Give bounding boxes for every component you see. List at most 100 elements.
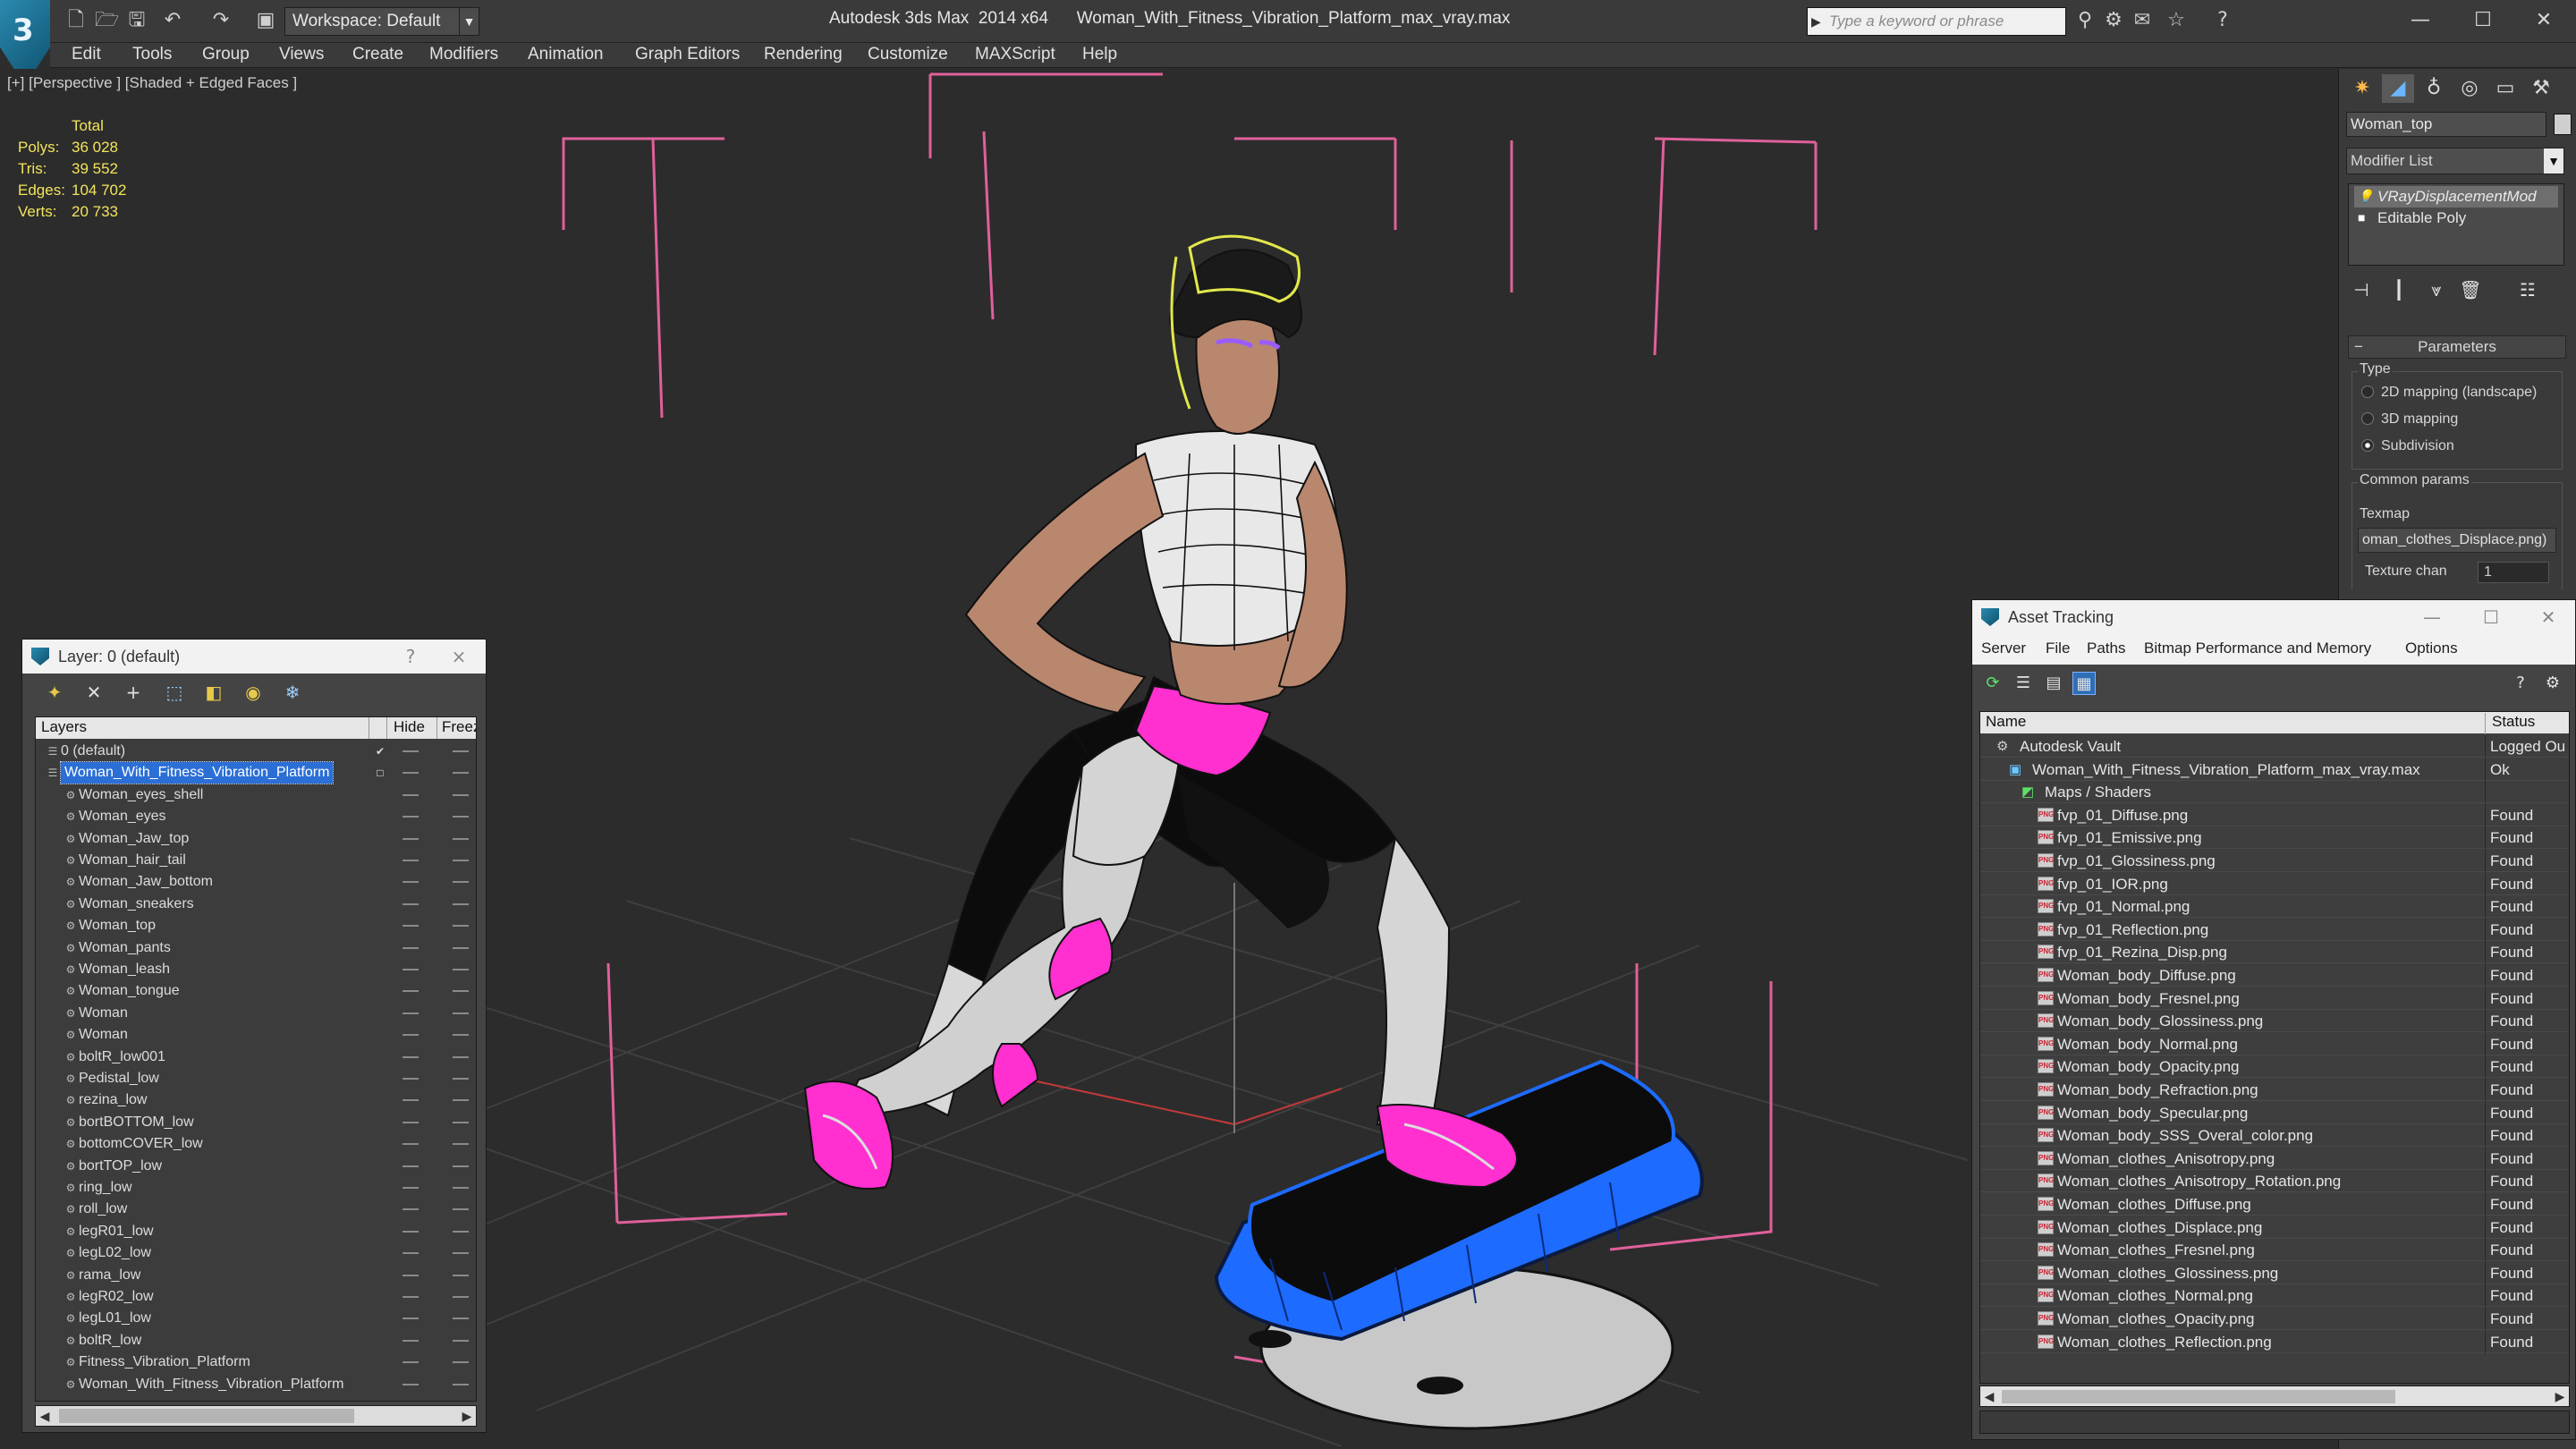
add-to-layer-icon[interactable]: +: [121, 681, 146, 704]
menu-graph-editors[interactable]: Graph Editors: [635, 45, 740, 64]
layer-row[interactable]: ⚙ Woman_eyes: [36, 806, 476, 827]
make-unique-icon[interactable]: ⩔: [2423, 276, 2450, 303]
utilities-tab-icon[interactable]: ⚒: [2525, 74, 2557, 103]
subscription-icon[interactable]: ⚙: [2102, 9, 2125, 32]
layer-row[interactable]: ⚙ Woman_eyes_shell: [36, 784, 476, 806]
asset-row[interactable]: PNG Woman_clothes_Diffuse.png Found: [1980, 1193, 2569, 1216]
freeze-toggle[interactable]: [453, 750, 469, 752]
hide-toggle[interactable]: [402, 881, 419, 884]
asset-menu-server[interactable]: Server: [1981, 640, 2026, 657]
asset-row[interactable]: PNG fvp_01_Reflection.png Found: [1980, 918, 2569, 941]
layer-row[interactable]: ⚙ Woman_Jaw_top: [36, 828, 476, 850]
freeze-toggle[interactable]: [453, 925, 469, 928]
layer-row[interactable]: ⚙ Woman: [36, 1024, 476, 1046]
workspace-dropdown[interactable]: Workspace: Default ▼: [284, 7, 479, 36]
freeze-toggle[interactable]: [453, 1383, 469, 1385]
minimize-icon[interactable]: —: [2414, 600, 2450, 634]
freeze-toggle[interactable]: [453, 1208, 469, 1211]
asset-row[interactable]: ▣ Woman_With_Fitness_Vibration_Platform_m…: [1980, 758, 2569, 781]
freeze-toggle[interactable]: [453, 837, 469, 840]
hide-toggle[interactable]: [402, 969, 419, 970]
scroll-thumb[interactable]: [2002, 1390, 2395, 1403]
layer-row[interactable]: ⚙ rezina_low: [36, 1089, 476, 1111]
menu-modifiers[interactable]: Modifiers: [429, 45, 498, 64]
binoculars-icon[interactable]: ⚲: [2073, 9, 2097, 32]
freeze-toggle[interactable]: [453, 1361, 469, 1364]
show-end-result-icon[interactable]: ┃: [2385, 276, 2412, 303]
layer-row[interactable]: ⚙ rama_low: [36, 1265, 476, 1286]
scroll-left-icon[interactable]: ◀: [36, 1406, 54, 1426]
scroll-thumb[interactable]: [59, 1409, 354, 1423]
asset-row[interactable]: PNG Woman_clothes_Opacity.png Found: [1980, 1308, 2569, 1330]
hierarchy-tab-icon[interactable]: ♁: [2418, 74, 2450, 103]
modify-tab-icon[interactable]: ◢: [2382, 74, 2414, 103]
hide-toggle[interactable]: [402, 1230, 419, 1233]
asset-row[interactable]: PNG Woman_body_Opacity.png Found: [1980, 1055, 2569, 1079]
freeze-toggle[interactable]: [453, 1339, 469, 1342]
highlight-selected-icon[interactable]: ◧: [201, 681, 226, 704]
close-icon[interactable]: ×: [441, 640, 477, 674]
help-icon[interactable]: ?: [393, 640, 428, 674]
hide-toggle[interactable]: [402, 1078, 419, 1080]
freeze-toggle[interactable]: [453, 793, 469, 796]
layer-row[interactable]: ⚙ Fitness_Vibration_Platform: [36, 1352, 476, 1373]
menu-maxscript[interactable]: MAXScript: [975, 45, 1055, 64]
hide-toggle[interactable]: [402, 1055, 419, 1058]
open-file-icon[interactable]: 🗁: [95, 9, 119, 32]
hide-toggle[interactable]: [402, 1208, 419, 1211]
hide-toggle[interactable]: [402, 1318, 419, 1320]
hide-toggle[interactable]: [402, 1099, 419, 1102]
asset-row[interactable]: PNG Woman_clothes_Anisotropy_Rotation.png…: [1980, 1170, 2569, 1193]
modifier-list-dropdown[interactable]: Modifier List ▼: [2346, 148, 2564, 174]
stack-item-vray-displacement[interactable]: 💡 VRayDisplacementMod: [2354, 186, 2558, 208]
viewport-label[interactable]: [+] [Perspective ] [Shaded + Edged Faces…: [7, 74, 297, 92]
lightbulb-icon[interactable]: 💡: [2358, 189, 2373, 203]
asset-row[interactable]: PNG Woman_clothes_Fresnel.png Found: [1980, 1239, 2569, 1262]
column-status[interactable]: Status: [2492, 713, 2535, 731]
layer-row[interactable]: ⚙ Woman_With_Fitness_Vibration_Platform: [36, 1374, 476, 1395]
asset-row[interactable]: PNG Woman_clothes_Displace.png Found: [1980, 1216, 2569, 1239]
radio-3d-mapping[interactable]: 3D mapping: [2361, 411, 2458, 428]
freeze-toggle[interactable]: [453, 881, 469, 884]
help-icon[interactable]: ?: [2509, 672, 2532, 695]
pin-stack-icon[interactable]: ⊣: [2348, 276, 2375, 303]
texmap-button[interactable]: oman_clothes_Displace.png): [2358, 528, 2556, 553]
texture-channel-spinner[interactable]: 1: [2478, 562, 2549, 583]
hide-toggle[interactable]: [402, 946, 419, 949]
create-layer-icon[interactable]: ✦: [42, 681, 67, 704]
select-objects-icon[interactable]: ⬚: [162, 681, 187, 704]
minimize-icon[interactable]: —: [2404, 5, 2436, 36]
freeze-all-layers-icon[interactable]: ❄: [280, 681, 305, 704]
display-tab-icon[interactable]: ▭: [2489, 74, 2521, 103]
asset-menu-bitmap-performance[interactable]: Bitmap Performance and Memory: [2144, 640, 2371, 657]
asset-row[interactable]: PNG Woman_clothes_Glossiness.png Found: [1980, 1261, 2569, 1284]
freeze-toggle[interactable]: [453, 1034, 469, 1037]
hide-toggle[interactable]: [402, 816, 419, 818]
asset-row[interactable]: PNG fvp_01_Rezina_Disp.png Found: [1980, 941, 2569, 964]
layer-row[interactable]: ⚙ Woman_sneakers: [36, 894, 476, 915]
hide-toggle[interactable]: [402, 990, 419, 993]
freeze-toggle[interactable]: [453, 1230, 469, 1233]
undo-icon[interactable]: ↶: [161, 9, 184, 32]
radio-2d-mapping[interactable]: 2D mapping (landscape): [2361, 385, 2537, 401]
freeze-toggle[interactable]: [453, 816, 469, 818]
menu-animation[interactable]: Animation: [528, 45, 604, 64]
hide-toggle[interactable]: [402, 1252, 419, 1255]
hide-toggle[interactable]: [402, 1274, 419, 1276]
column-freeze[interactable]: Freez: [442, 718, 476, 736]
asset-row[interactable]: PNG Woman_body_SSS_Overal_color.png Found: [1980, 1124, 2569, 1148]
freeze-toggle[interactable]: [453, 1143, 469, 1146]
layer-horizontal-scrollbar[interactable]: ◀ ▶: [35, 1405, 477, 1427]
layer-row[interactable]: ⚙ bottomCOVER_low: [36, 1133, 476, 1155]
hide-toggle[interactable]: [402, 1165, 419, 1167]
column-name[interactable]: Name: [1986, 713, 2026, 731]
hide-toggle[interactable]: [402, 1121, 419, 1123]
menu-edit[interactable]: Edit: [72, 45, 101, 64]
hide-toggle[interactable]: [402, 1383, 419, 1385]
layer-row[interactable]: ⚙ legR01_low: [36, 1221, 476, 1242]
asset-row[interactable]: PNG Woman_body_Glossiness.png Found: [1980, 1010, 2569, 1033]
hide-all-layers-icon[interactable]: ◉: [241, 681, 266, 704]
layer-row[interactable]: ⚙ Woman_leash: [36, 959, 476, 980]
layer-row[interactable]: ⚙ legL02_low: [36, 1242, 476, 1264]
layer-row[interactable]: ⚙ Woman_pants: [36, 937, 476, 959]
